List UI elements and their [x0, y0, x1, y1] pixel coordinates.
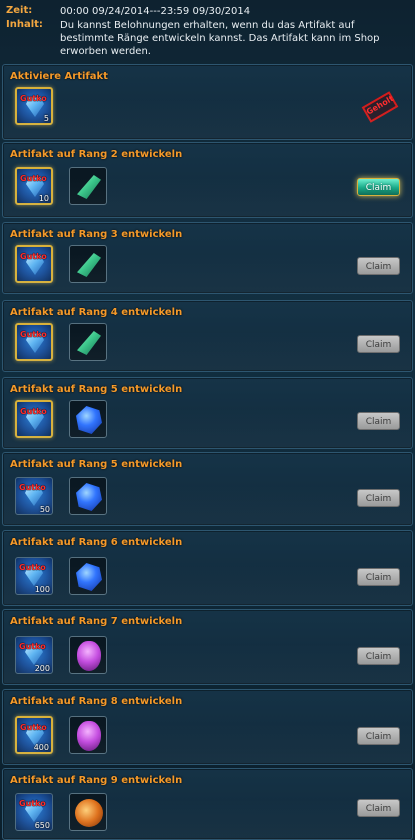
row-title: Artifakt auf Rang 8 entwickeln: [10, 696, 183, 707]
green-crystal-icon: [77, 175, 101, 199]
reward-slot[interactable]: [69, 400, 107, 438]
reward-row-rank-2: Artifakt auf Rang 2 entwickeln Gutko 10 …: [2, 142, 413, 218]
item-quantity: 400: [33, 743, 49, 752]
reward-slot[interactable]: [69, 477, 107, 515]
event-header: Zeit: 00:00 09/24/2014---23:59 09/30/201…: [0, 0, 415, 60]
item-label: Gutko: [20, 174, 47, 183]
reward-row-activate: Aktiviere Artifakt Gutko 5 Geholt: [2, 64, 413, 140]
reward-slot[interactable]: [69, 716, 107, 754]
artifact-item-slot[interactable]: Gutko 100: [15, 557, 53, 595]
item-label: Gutko: [19, 563, 46, 572]
claim-button[interactable]: Claim: [357, 647, 400, 665]
item-label: Gutko: [19, 799, 46, 808]
reward-slot[interactable]: [69, 167, 107, 205]
claim-button[interactable]: Claim: [357, 178, 400, 196]
claim-button[interactable]: Claim: [357, 257, 400, 275]
row-title: Artifakt auf Rang 5 entwickeln: [10, 384, 183, 395]
item-label: Gutko: [20, 723, 47, 732]
reward-row-rank-7: Artifakt auf Rang 7 entwickeln Gutko 200…: [2, 609, 413, 685]
artifact-item-slot[interactable]: Gutko 650: [15, 793, 53, 831]
reward-slot[interactable]: [69, 245, 107, 283]
reward-row-rank-8: Artifakt auf Rang 8 entwickeln Gutko 400…: [2, 689, 413, 765]
reward-slot[interactable]: [69, 636, 107, 674]
item-quantity: 100: [34, 585, 50, 594]
artifact-item-slot[interactable]: Gutko 5: [15, 87, 53, 125]
row-title: Artifakt auf Rang 2 entwickeln: [10, 149, 183, 160]
row-title: Artifakt auf Rang 7 entwickeln: [10, 616, 183, 627]
claim-button[interactable]: Claim: [357, 568, 400, 586]
claim-button[interactable]: Claim: [357, 489, 400, 507]
content-label: Inhalt:: [6, 19, 43, 30]
row-title: Artifakt auf Rang 3 entwickeln: [10, 229, 183, 240]
artifact-item-slot[interactable]: Gutko: [15, 323, 53, 361]
claim-button[interactable]: Claim: [357, 799, 400, 817]
item-label: Gutko: [20, 94, 47, 103]
item-quantity: 200: [34, 664, 50, 673]
artifact-item-slot[interactable]: Gutko: [15, 245, 53, 283]
item-label: Gutko: [20, 407, 47, 416]
row-title: Artifakt auf Rang 4 entwickeln: [10, 307, 183, 318]
artifact-item-slot[interactable]: Gutko 10: [15, 167, 53, 205]
reward-row-rank-5a: Artifakt auf Rang 5 entwickeln Gutko Cla…: [2, 377, 413, 449]
reward-row-rank-4: Artifakt auf Rang 4 entwickeln Gutko Cla…: [2, 300, 413, 372]
reward-slot[interactable]: [69, 323, 107, 361]
reward-slot[interactable]: [69, 793, 107, 831]
artifact-item-slot[interactable]: Gutko 200: [15, 636, 53, 674]
reward-row-rank-6: Artifakt auf Rang 6 entwickeln Gutko 100…: [2, 530, 413, 606]
row-title: Artifakt auf Rang 5 entwickeln: [10, 459, 183, 470]
claim-button[interactable]: Claim: [357, 412, 400, 430]
item-label: Gutko: [20, 252, 47, 261]
reward-row-rank-9: Artifakt auf Rang 9 entwickeln Gutko 650…: [2, 768, 413, 840]
reward-row-rank-3: Artifakt auf Rang 3 entwickeln Gutko Cla…: [2, 222, 413, 294]
item-label: Gutko: [19, 642, 46, 651]
claim-button[interactable]: Claim: [357, 727, 400, 745]
row-title: Aktiviere Artifakt: [10, 71, 108, 82]
blue-gem-icon: [76, 563, 102, 591]
event-window: Zeit: 00:00 09/24/2014---23:59 09/30/201…: [0, 0, 415, 840]
item-quantity: 5: [43, 114, 49, 123]
green-crystal-icon: [77, 253, 101, 277]
row-title: Artifakt auf Rang 9 entwickeln: [10, 775, 183, 786]
claimed-stamp: Geholt: [361, 91, 399, 123]
item-label: Gutko: [20, 330, 47, 339]
content-value: Du kannst Belohnungen erhalten, wenn du …: [60, 20, 380, 57]
blue-gem-icon: [76, 406, 102, 434]
orange-orb-icon: [75, 799, 103, 827]
artifact-item-slot[interactable]: Gutko 50: [15, 477, 53, 515]
time-value: 00:00 09/24/2014---23:59 09/30/2014: [60, 6, 251, 17]
item-quantity: 650: [34, 821, 50, 830]
item-label: Gutko: [19, 483, 46, 492]
row-title: Artifakt auf Rang 6 entwickeln: [10, 537, 183, 548]
reward-row-rank-5b: Artifakt auf Rang 5 entwickeln Gutko 50 …: [2, 452, 413, 526]
purple-egg-icon: [77, 641, 101, 671]
purple-egg-icon: [77, 721, 101, 751]
green-crystal-icon: [77, 331, 101, 355]
blue-gem-icon: [76, 483, 102, 511]
reward-slot[interactable]: [69, 557, 107, 595]
time-label: Zeit:: [6, 5, 33, 16]
artifact-item-slot[interactable]: Gutko: [15, 400, 53, 438]
item-quantity: 50: [39, 505, 50, 514]
claim-button[interactable]: Claim: [357, 335, 400, 353]
artifact-item-slot[interactable]: Gutko 400: [15, 716, 53, 754]
item-quantity: 10: [38, 194, 49, 203]
